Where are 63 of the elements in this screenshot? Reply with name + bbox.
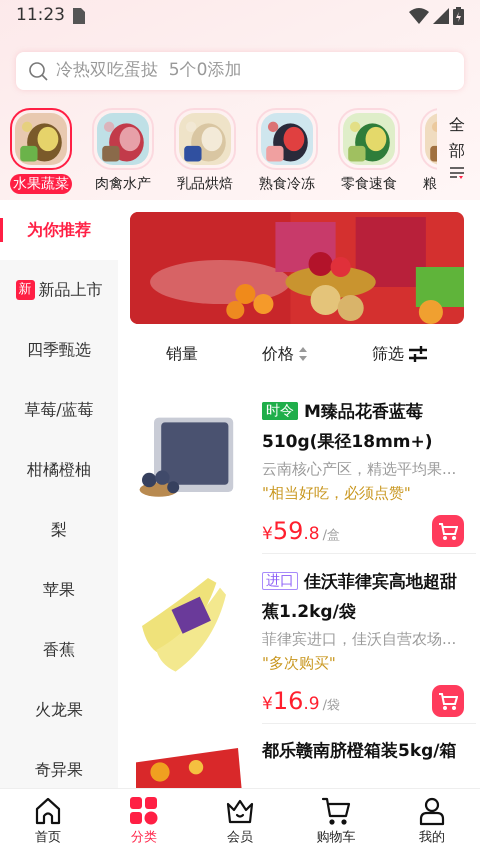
- sort-icon: [298, 346, 308, 362]
- product-description: 菲律宾进口，佳沃自营农场...: [262, 629, 458, 650]
- search-input[interactable]: 冷热双吃蛋挞 5个0添加: [56, 58, 452, 84]
- signal-icon: [433, 8, 449, 24]
- product-description: 云南核心产区，精选平均果...: [262, 459, 458, 480]
- sidebar-item[interactable]: 草莓/蓝莓: [0, 380, 118, 440]
- category-label: 肉禽水产: [94, 175, 152, 194]
- sim-icon: [73, 8, 85, 24]
- sidebar-item[interactable]: 香蕉: [0, 620, 118, 680]
- sidebar-label: 香蕉: [43, 639, 75, 661]
- status-time: 11:23: [16, 4, 65, 28]
- cart-icon: [438, 692, 458, 710]
- nav-tab[interactable]: 我的: [397, 796, 467, 848]
- home-icon: [33, 796, 63, 826]
- new-badge: 新: [16, 280, 34, 300]
- cart-icon: [321, 796, 351, 826]
- sidebar-label: 梨: [51, 519, 67, 541]
- sidebar-label: 柑橘橙柚: [27, 459, 91, 481]
- sort-option[interactable]: 价格: [262, 342, 308, 366]
- product-price: ¥59.8 /盒: [262, 518, 340, 546]
- all-categories-button[interactable]: 全部: [437, 108, 477, 180]
- product-tag: 时令: [262, 402, 298, 420]
- category-label: 粮: [422, 175, 437, 194]
- sort-option[interactable]: 筛选: [372, 342, 428, 366]
- sidebar-item[interactable]: 苹果: [0, 560, 118, 620]
- nav-tab[interactable]: 购物车: [301, 796, 371, 848]
- product-tag: 进口: [262, 572, 298, 590]
- category-label: 熟食冷冻: [258, 175, 316, 194]
- sidebar-label: 苹果: [43, 579, 75, 601]
- product-review: "多次购买": [262, 653, 337, 674]
- sidebar-label: 奇异果: [35, 759, 83, 781]
- sidebar-label: 新品上市: [38, 279, 102, 301]
- user-icon: [417, 796, 447, 826]
- cart-icon: [438, 522, 458, 540]
- grid-icon: [129, 796, 159, 826]
- product-review: "相当好吃，必须点赞": [262, 483, 412, 504]
- sidebar-label: 四季甄选: [27, 339, 91, 361]
- sidebar-item[interactable]: 梨: [0, 500, 118, 560]
- sidebar-label: 为你推荐: [27, 219, 91, 241]
- dropdown-icon: [450, 167, 464, 180]
- add-to-cart-button[interactable]: [432, 515, 464, 547]
- product-price: ¥16.9 /袋: [262, 688, 340, 716]
- search-icon: [28, 61, 48, 81]
- product-title[interactable]: $^{进口}$ 佳沃菲律宾高地超甜蕉1.2kg/袋: [262, 566, 464, 627]
- product-title[interactable]: $^{时令}$ M臻品花香蓝莓510g(果径18mm+): [262, 396, 464, 457]
- category-label: 乳品烘焙: [176, 175, 234, 194]
- sort-option[interactable]: 销量: [166, 342, 198, 366]
- sidebar-item[interactable]: 柑橘橙柚: [0, 440, 118, 500]
- category-label: 水果蔬菜: [10, 174, 72, 194]
- add-to-cart-button[interactable]: [432, 685, 464, 717]
- sidebar-label: 草莓/蓝莓: [24, 399, 94, 421]
- sidebar-item[interactable]: 火龙果: [0, 680, 118, 740]
- product-title[interactable]: 都乐赣南脐橙箱装5kg/箱: [262, 736, 464, 766]
- battery-icon: [453, 7, 464, 25]
- sidebar-label: 火龙果: [35, 699, 83, 721]
- search-field[interactable]: 冷热双吃蛋挞 5个0添加: [16, 52, 464, 90]
- category-label: 零食速食: [340, 175, 398, 194]
- sidebar-item[interactable]: 为你推荐: [0, 200, 118, 260]
- nav-tab[interactable]: 会员: [205, 796, 275, 848]
- sidebar-item[interactable]: 新 新品上市: [0, 260, 118, 320]
- filter-icon: [408, 345, 428, 363]
- wifi-icon: [409, 8, 429, 24]
- sidebar-item[interactable]: 四季甄选: [0, 320, 118, 380]
